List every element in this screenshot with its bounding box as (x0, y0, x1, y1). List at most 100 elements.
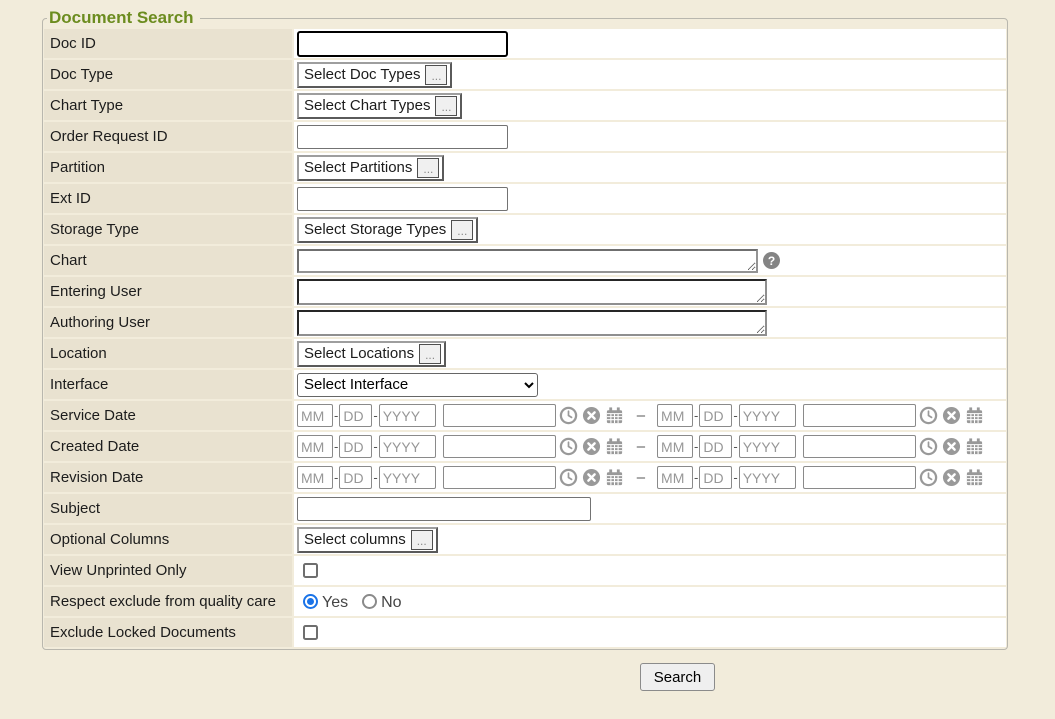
date-separator: - (373, 470, 377, 485)
clear-icon[interactable] (582, 406, 602, 426)
help-icon[interactable]: ? (763, 252, 780, 269)
service-date-to-day-input[interactable] (699, 404, 732, 427)
created-date-from-year-input[interactable] (379, 435, 436, 458)
calendar-icon[interactable] (965, 468, 985, 488)
doc-type-picker[interactable]: Select Doc Types ... (297, 62, 452, 88)
created-date-from-day-input[interactable] (339, 435, 372, 458)
revision-date-from-time-input[interactable] (443, 466, 556, 489)
location-picker-text: Select Locations (304, 345, 414, 362)
storage-type-label: Storage Type (44, 215, 292, 244)
location-picker[interactable]: Select Locations ... (297, 341, 446, 367)
service-date-to-time-input[interactable] (803, 404, 916, 427)
clock-icon[interactable] (919, 437, 939, 457)
respect-exclude-yes-radio[interactable] (303, 594, 318, 609)
service-date-from-time-input[interactable] (443, 404, 556, 427)
subject-label: Subject (44, 494, 292, 523)
respect-exclude-no-radio[interactable] (362, 594, 377, 609)
calendar-icon[interactable] (965, 406, 985, 426)
chart-type-browse-button[interactable]: ... (435, 96, 457, 116)
ext-id-input[interactable] (297, 187, 508, 211)
storage-type-picker-text: Select Storage Types (304, 221, 446, 238)
created-date-to-month-input[interactable] (657, 435, 693, 458)
created-date-cell: - - – - - (294, 432, 1006, 461)
subject-cell (294, 494, 1006, 523)
revision-date-from-year-input[interactable] (379, 466, 436, 489)
storage-type-picker[interactable]: Select Storage Types ... (297, 217, 478, 243)
service-date-from-day-input[interactable] (339, 404, 372, 427)
partition-browse-button[interactable]: ... (417, 158, 439, 178)
storage-type-browse-button[interactable]: ... (451, 220, 473, 240)
date-separator: - (694, 439, 698, 454)
created-date-to-year-input[interactable] (739, 435, 796, 458)
revision-date-to-year-input[interactable] (739, 466, 796, 489)
authoring-user-textarea[interactable] (297, 310, 767, 336)
partition-cell: Select Partitions ... (294, 153, 1006, 182)
clear-icon[interactable] (582, 468, 602, 488)
revision-date-to-day-input[interactable] (699, 466, 732, 489)
revision-date-to-month-input[interactable] (657, 466, 693, 489)
created-date-to-day-input[interactable] (699, 435, 732, 458)
service-date-from-month-input[interactable] (297, 404, 333, 427)
revision-date-from-month-input[interactable] (297, 466, 333, 489)
clear-icon[interactable] (942, 406, 962, 426)
panel-title: Document Search (47, 8, 200, 28)
created-date-from-time-input[interactable] (443, 435, 556, 458)
optional-columns-browse-button[interactable]: ... (411, 530, 433, 550)
calendar-icon[interactable] (605, 437, 625, 457)
authoring-user-cell (294, 308, 1006, 337)
service-date-from-year-input[interactable] (379, 404, 436, 427)
date-separator: - (733, 470, 737, 485)
entering-user-textarea[interactable] (297, 279, 767, 305)
created-date-from-month-input[interactable] (297, 435, 333, 458)
range-separator: – (637, 438, 645, 455)
location-browse-button[interactable]: ... (419, 344, 441, 364)
optional-columns-picker[interactable]: Select columns ... (297, 527, 438, 553)
view-unprinted-checkbox[interactable] (303, 563, 318, 578)
calendar-icon[interactable] (605, 468, 625, 488)
clock-icon[interactable] (559, 406, 579, 426)
ext-id-cell (294, 184, 1006, 213)
search-form: Doc ID Doc Type Select Doc Types ... Cha… (44, 29, 1006, 647)
revision-date-from-day-input[interactable] (339, 466, 372, 489)
clock-icon[interactable] (559, 468, 579, 488)
service-date-to-year-input[interactable] (739, 404, 796, 427)
interface-cell: Select Interface (294, 370, 1006, 399)
respect-exclude-yes-label: Yes (322, 594, 348, 612)
partition-picker-text: Select Partitions (304, 159, 412, 176)
clock-icon[interactable] (919, 406, 939, 426)
range-separator: – (637, 469, 645, 486)
entering-user-label: Entering User (44, 277, 292, 306)
clock-icon[interactable] (919, 468, 939, 488)
respect-exclude-label: Respect exclude from quality care (44, 587, 292, 616)
doc-type-browse-button[interactable]: ... (425, 65, 447, 85)
chart-textarea[interactable] (297, 249, 758, 273)
calendar-icon[interactable] (965, 437, 985, 457)
storage-type-cell: Select Storage Types ... (294, 215, 1006, 244)
exclude-locked-checkbox[interactable] (303, 625, 318, 640)
interface-select[interactable]: Select Interface (297, 373, 538, 397)
location-cell: Select Locations ... (294, 339, 1006, 368)
chart-type-picker[interactable]: Select Chart Types ... (297, 93, 462, 119)
clear-icon[interactable] (942, 468, 962, 488)
order-request-id-input[interactable] (297, 125, 508, 149)
doc-id-input[interactable] (297, 31, 508, 57)
chart-type-label: Chart Type (44, 91, 292, 120)
revision-date-to-time-input[interactable] (803, 466, 916, 489)
partition-picker[interactable]: Select Partitions ... (297, 155, 444, 181)
search-button[interactable]: Search (640, 663, 716, 691)
doc-type-cell: Select Doc Types ... (294, 60, 1006, 89)
clock-icon[interactable] (559, 437, 579, 457)
view-unprinted-label: View Unprinted Only (44, 556, 292, 585)
service-date-to-month-input[interactable] (657, 404, 693, 427)
clear-icon[interactable] (942, 437, 962, 457)
date-separator: - (694, 408, 698, 423)
respect-exclude-cell: Yes No (294, 587, 1006, 616)
respect-exclude-no-label: No (381, 594, 401, 612)
order-request-id-label: Order Request ID (44, 122, 292, 151)
subject-input[interactable] (297, 497, 591, 521)
clear-icon[interactable] (582, 437, 602, 457)
view-unprinted-cell (294, 556, 1006, 585)
calendar-icon[interactable] (605, 406, 625, 426)
created-date-to-time-input[interactable] (803, 435, 916, 458)
document-search-panel: Document Search Doc ID Doc Type Select D… (42, 8, 1008, 650)
